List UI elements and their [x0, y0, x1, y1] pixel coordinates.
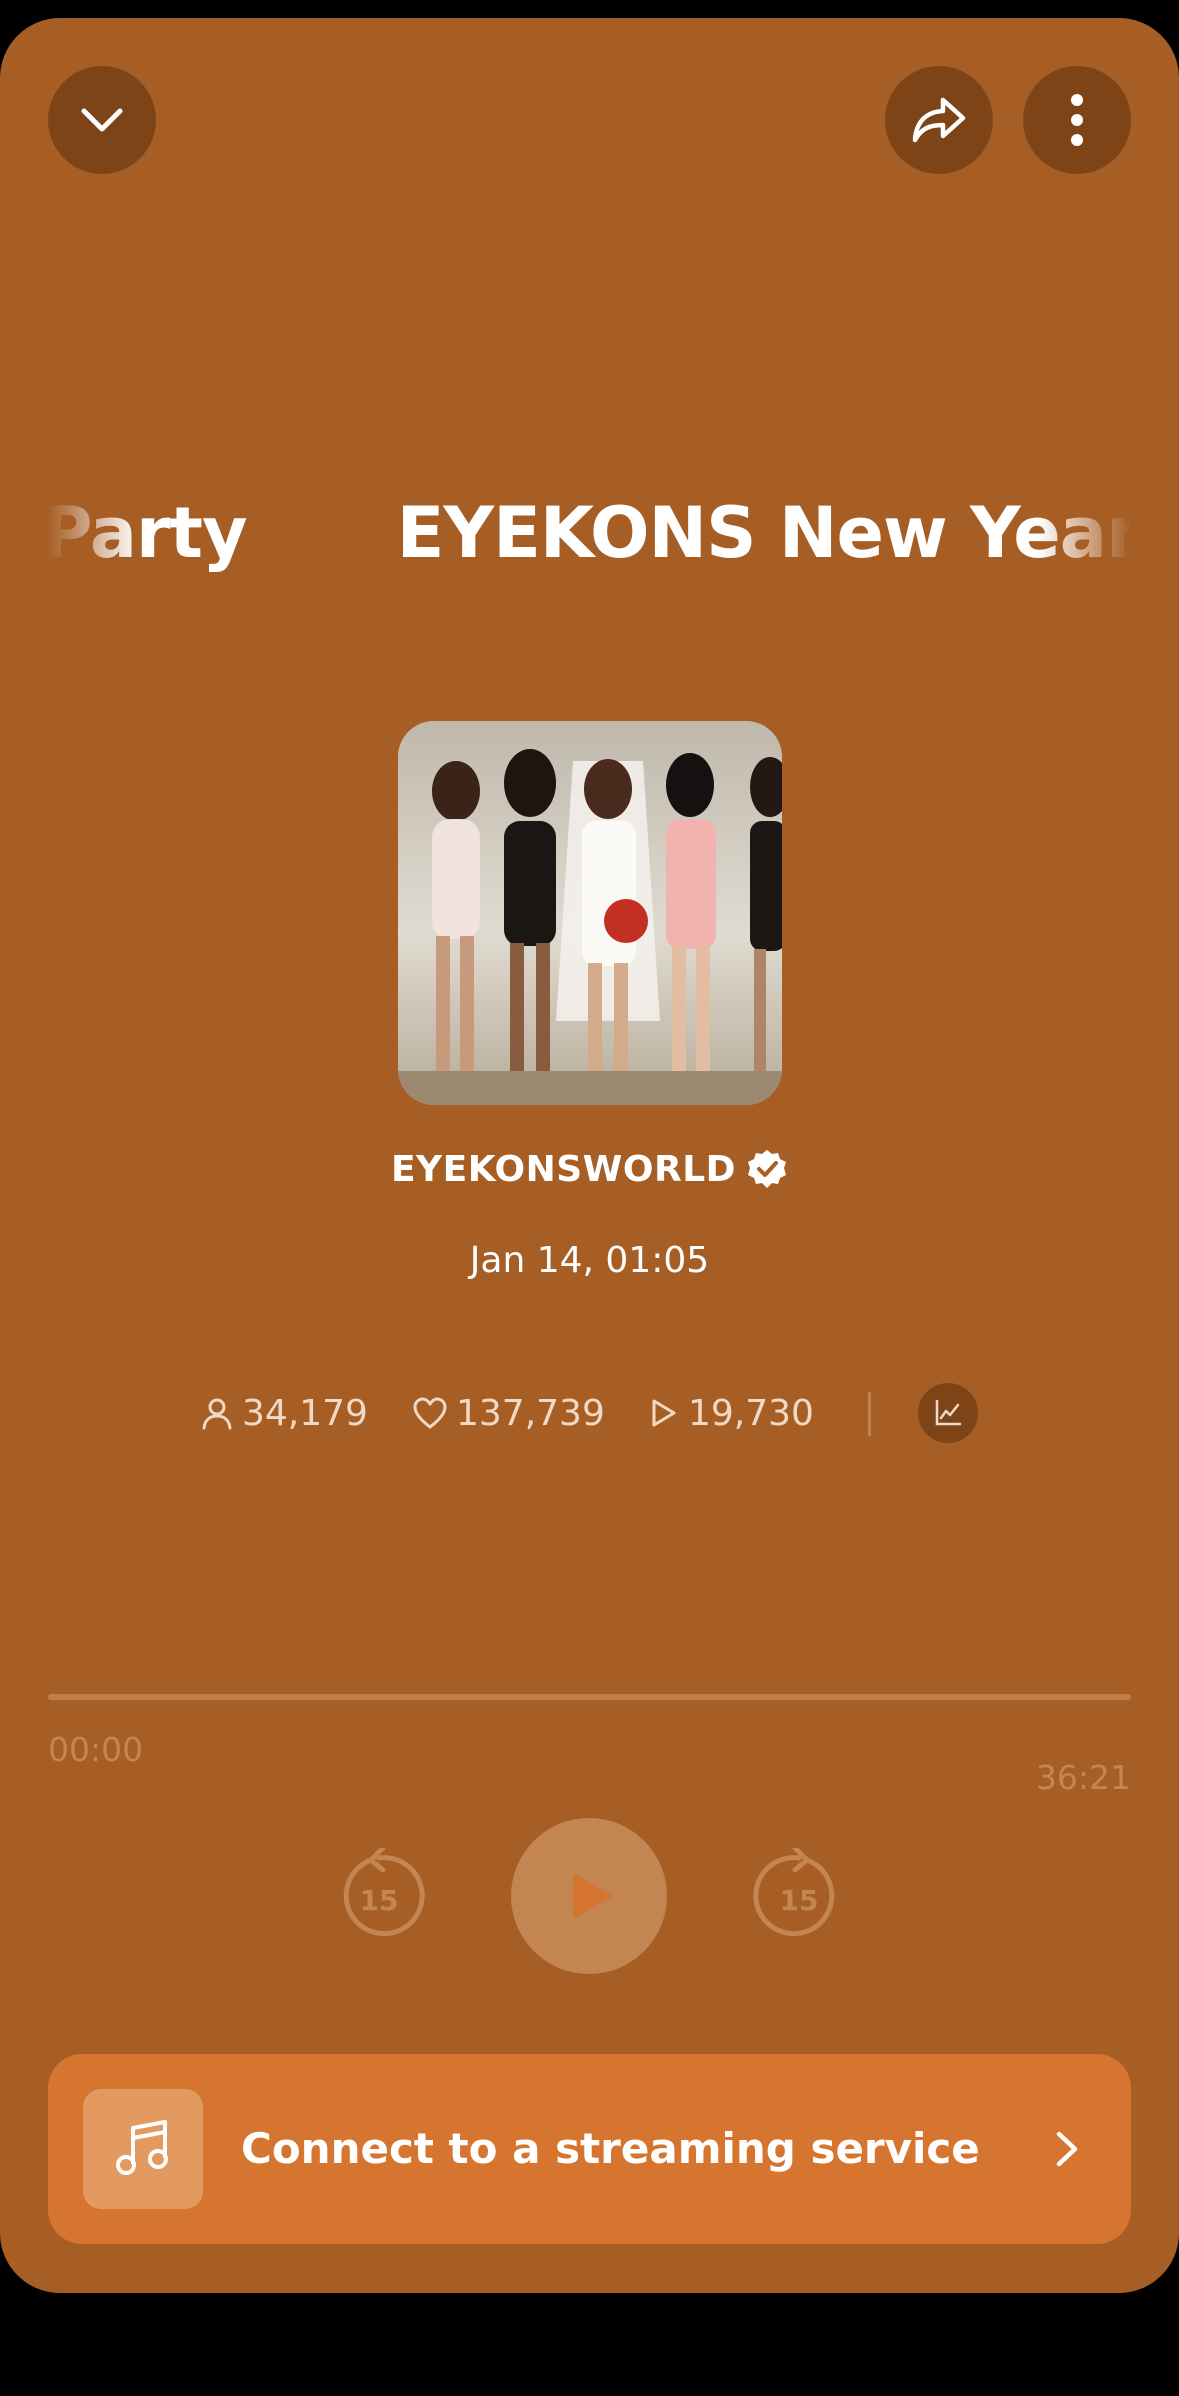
chevron-down-icon: [81, 108, 123, 132]
connect-streaming-banner[interactable]: Connect to a streaming service: [48, 2054, 1131, 2244]
likes-stat: 137,739: [412, 1378, 605, 1448]
vertical-dots-icon: [1071, 94, 1083, 146]
stats-chart-button[interactable]: [918, 1383, 978, 1443]
episode-title-marquee: ng Party EYEKONS New Year: [48, 473, 1131, 593]
play-button[interactable]: [511, 1818, 667, 1974]
cover-photo: [398, 721, 782, 1105]
play-icon: [573, 1874, 611, 1918]
stats-divider: [868, 1392, 871, 1436]
trend-chart-icon: [935, 1399, 962, 1426]
plays-count: 19,730: [688, 1392, 814, 1434]
artist-row[interactable]: EYEKONSWORLD: [0, 1148, 1179, 1190]
listeners-stat: 34,179: [200, 1378, 368, 1448]
progress-bar[interactable]: [48, 1694, 1131, 1700]
share-button[interactable]: [885, 66, 993, 174]
skip-back-button[interactable]: 15: [331, 1845, 427, 1944]
skip-forward-button[interactable]: 15: [751, 1845, 847, 1944]
connect-label: Connect to a streaming service: [241, 2124, 980, 2173]
verified-badge-icon: [748, 1150, 787, 1188]
now-playing-sheet: ng Party EYEKONS New Year: [0, 18, 1179, 2293]
plays-stat: 19,730: [646, 1378, 814, 1448]
listeners-count: 34,179: [242, 1392, 368, 1434]
person-icon: [202, 1398, 232, 1430]
skip-back-seconds: 15: [360, 1884, 399, 1917]
artist-name[interactable]: EYEKONSWORLD: [391, 1149, 736, 1190]
music-note-icon: [116, 2120, 168, 2175]
cover-art: [398, 721, 782, 1105]
chevron-right-icon: [1056, 2131, 1078, 2167]
likes-count: 137,739: [456, 1392, 605, 1434]
share-arrow-icon: [912, 97, 966, 143]
duration-time: 36:21: [1035, 1758, 1131, 1797]
collapse-button[interactable]: [48, 66, 156, 174]
forward-15-icon: 15: [753, 1845, 835, 1937]
play-outline-icon: [652, 1399, 676, 1427]
heart-icon: [413, 1397, 447, 1429]
episode-date: Jan 14, 01:05: [469, 1240, 710, 1281]
episode-title-segment: ng Party: [48, 492, 248, 574]
elapsed-time: 00:00: [48, 1730, 144, 1769]
episode-title-segment: EYEKONS New Year: [396, 492, 1131, 574]
rewind-15-icon: 15: [343, 1845, 425, 1937]
more-options-button[interactable]: [1023, 66, 1131, 174]
stats-row: 34,179 137,739 19,730: [0, 1378, 1179, 1448]
connect-icon-box: [83, 2089, 203, 2209]
skip-forward-seconds: 15: [780, 1884, 819, 1917]
